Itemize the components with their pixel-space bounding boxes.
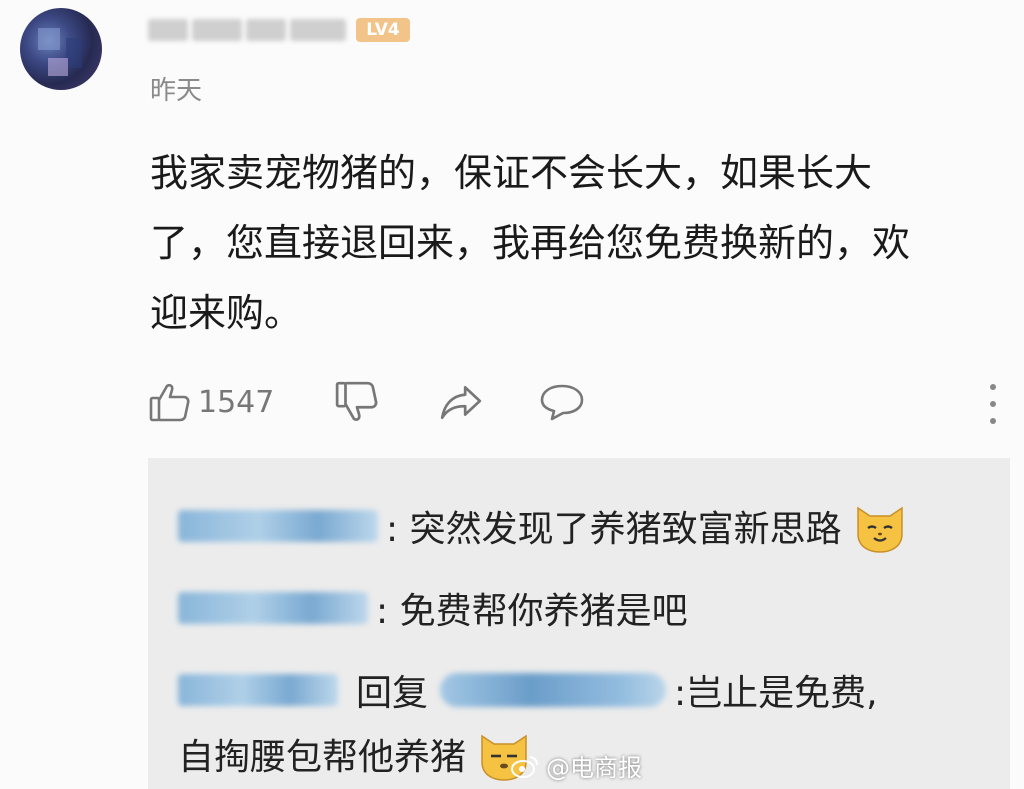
more-vertical-icon xyxy=(990,384,996,390)
like-count: 1547 xyxy=(198,384,275,420)
comment-line: 我家卖宠物猪的，保证不会长大，如果长大 xyxy=(150,151,873,195)
reply-item-continuation: 自掏腰包帮他养猪 xyxy=(178,726,532,782)
comment-body: 我家卖宠物猪的，保证不会长大，如果长大 了，您直接退回来，我再给您免费换新的，欢… xyxy=(150,138,1020,348)
like-button[interactable]: 1547 xyxy=(148,376,274,428)
reply-text: 自掏腰包帮他养猪 xyxy=(178,737,467,778)
reply-text: :岂止是免费, xyxy=(674,673,878,714)
weibo-logo-icon xyxy=(511,755,538,778)
reply-mention-blurred[interactable] xyxy=(440,673,667,707)
reply-author-blurred[interactable] xyxy=(178,510,378,542)
share-button[interactable] xyxy=(438,376,484,428)
watermark-text: @电商报 xyxy=(546,754,642,782)
username-blurred[interactable] xyxy=(148,10,358,50)
reply-text: : 免费帮你养猪是吧 xyxy=(376,591,688,632)
reply-item[interactable]: : 免费帮你养猪是吧 xyxy=(178,582,688,634)
reply-author-blurred[interactable] xyxy=(178,592,368,624)
reply-author-blurred[interactable] xyxy=(178,674,338,706)
comment-line: 了，您直接退回来，我再给您免费换新的，欢 xyxy=(150,221,911,265)
reply-item[interactable]: 回复 :岂止是免费, xyxy=(178,664,878,716)
reply-to-label: 回复 xyxy=(356,673,429,714)
thumbs-down-icon xyxy=(335,381,378,421)
reply-text: : 突然发现了养猪致富新思路 xyxy=(386,509,842,550)
reply-item[interactable]: : 突然发现了养猪致富新思路 xyxy=(178,498,908,554)
thumbs-up-icon xyxy=(149,383,190,422)
replies-section: : 突然发现了养猪致富新思路 : 免费帮你养猪是吧 回复 :岂止是免费, 自掏腰… xyxy=(148,458,1010,789)
comment-action-bar: 1547 xyxy=(148,376,1008,428)
comment-line: 迎来购。 xyxy=(150,291,303,335)
share-icon xyxy=(440,386,482,420)
cat-face-icon xyxy=(856,506,903,553)
comment-icon xyxy=(540,384,584,421)
avatar[interactable] xyxy=(20,8,102,90)
reply-button[interactable] xyxy=(538,376,586,428)
comment-timestamp: 昨天 xyxy=(150,76,203,106)
watermark: @电商报 xyxy=(510,748,642,783)
more-options-button[interactable] xyxy=(988,384,998,424)
dislike-button[interactable] xyxy=(334,376,380,428)
level-badge: LV4 xyxy=(356,18,410,42)
